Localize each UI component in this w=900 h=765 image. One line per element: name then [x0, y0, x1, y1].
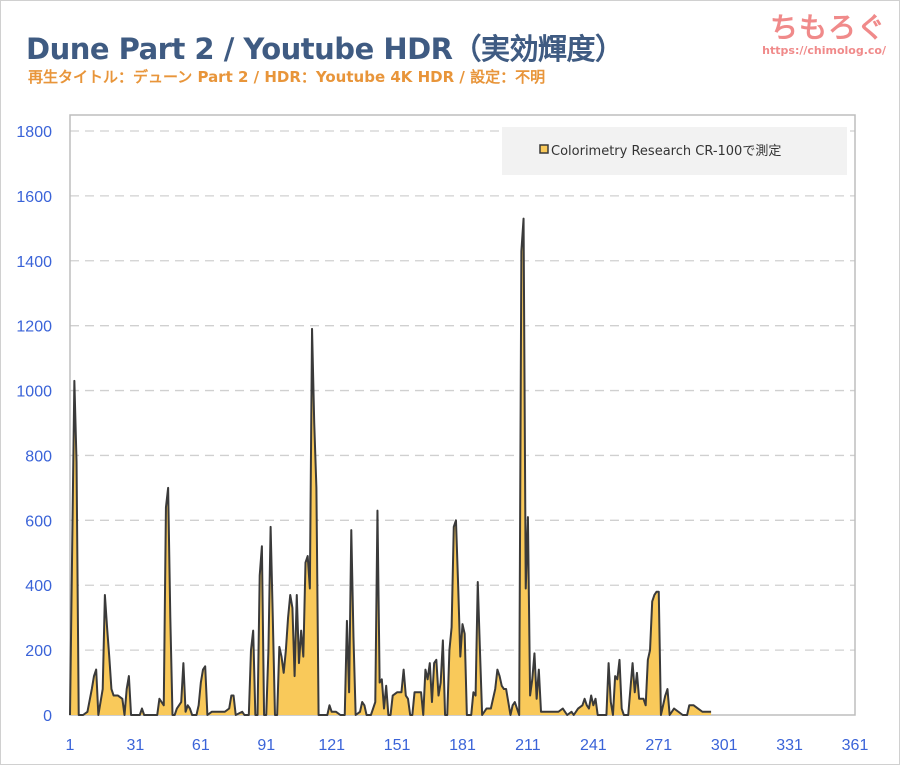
y-tick-label: 0: [43, 708, 52, 725]
x-tick-label: 331: [776, 737, 803, 754]
x-tick-label: 301: [711, 737, 738, 754]
y-tick-label: 1400: [16, 254, 52, 271]
luminance-area-chart: 0 200 400 600 800 1000 1200 1400 1600 1800 1 31 61 9…: [16, 114, 869, 754]
y-tick-labels: 0 200 400 600 800 1000 1200 1400 1600 1800: [16, 124, 52, 725]
x-tick-label: 361: [842, 737, 869, 754]
y-tick-label: 800: [25, 448, 52, 465]
x-tick-label: 1: [66, 737, 75, 754]
legend-swatch: [539, 144, 549, 154]
x-tick-label: 31: [127, 737, 145, 754]
x-tick-label: 181: [449, 737, 476, 754]
y-tick-label: 200: [25, 643, 52, 660]
y-tick-label: 1600: [16, 189, 52, 206]
y-tick-label: 1000: [16, 384, 52, 401]
x-tick-labels: 1 31 61 91 121 151 181 211 241 271 301 331 361: [66, 737, 869, 754]
series-area-layer: [69, 217, 712, 716]
x-tick-label: 121: [318, 737, 345, 754]
x-tick-label: 241: [580, 737, 607, 754]
y-tick-label: 1200: [16, 319, 52, 336]
legend: Colorimetry Research CR-100で測定: [502, 127, 847, 175]
y-tick-label: 600: [25, 513, 52, 530]
grid-lines: [70, 130, 855, 651]
x-tick-label: 151: [384, 737, 411, 754]
legend-label: Colorimetry Research CR-100で測定: [551, 144, 781, 159]
series-area-fill: [70, 218, 712, 715]
x-tick-label: 91: [257, 737, 275, 754]
x-tick-label: 211: [515, 737, 541, 754]
x-tick-label: 61: [192, 737, 210, 754]
y-tick-label: 400: [25, 578, 52, 595]
x-tick-label: 271: [645, 737, 672, 754]
y-tick-label: 1800: [16, 124, 52, 141]
